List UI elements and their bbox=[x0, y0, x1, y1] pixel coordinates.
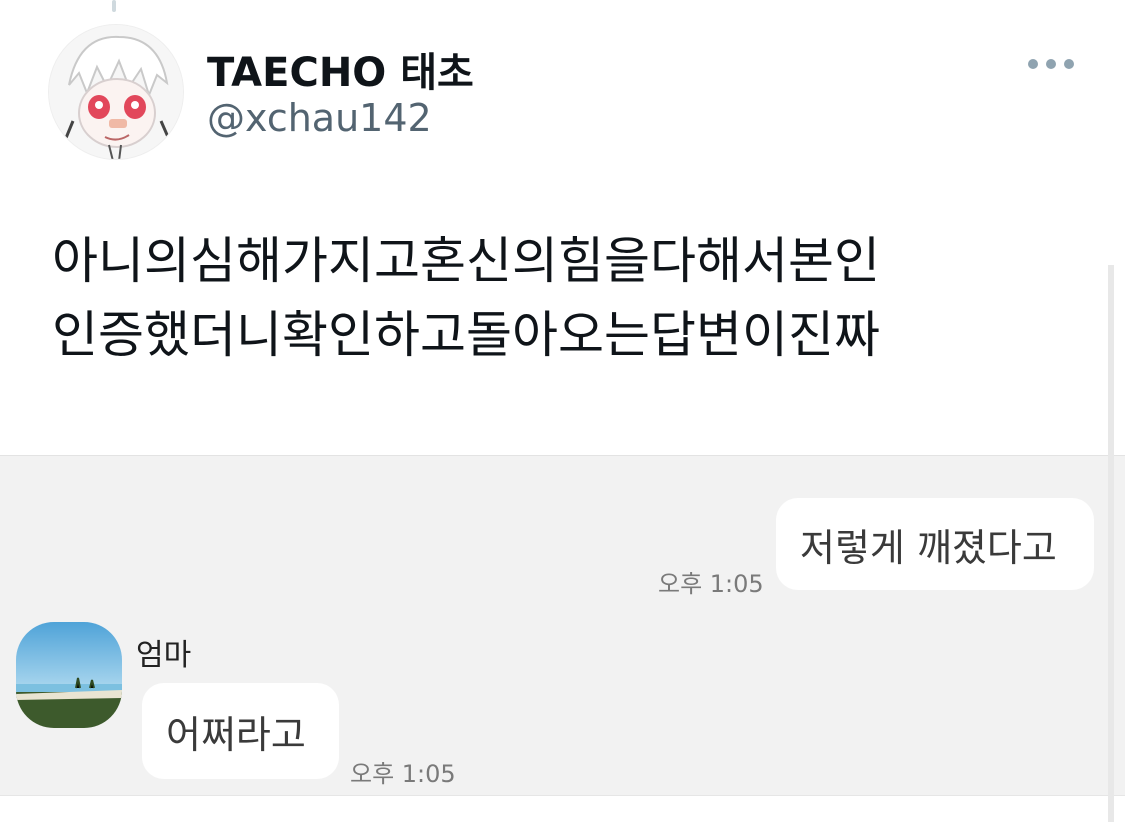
tweet-text-line: 아니의심해가지고혼신의힘을다해서본인 bbox=[52, 232, 880, 290]
tweet-text-line: 인증했더니확인하고돌아오는답변이진짜 bbox=[52, 306, 880, 364]
received-message-bubble: 어쩌라고 bbox=[142, 683, 339, 779]
received-message-time: 오후 1:05 bbox=[350, 760, 456, 788]
received-message-text: 어쩌라고 bbox=[166, 712, 306, 757]
contact-name: 엄마 bbox=[136, 638, 192, 673]
thread-line bbox=[112, 0, 116, 12]
more-horizontal-icon bbox=[1064, 59, 1074, 69]
contact-avatar bbox=[16, 622, 122, 728]
beach-photo-icon bbox=[16, 622, 122, 728]
more-horizontal-icon bbox=[1028, 59, 1038, 69]
more-horizontal-icon bbox=[1046, 59, 1056, 69]
tweet-divider bbox=[0, 795, 1125, 822]
tweet-text: 아니의심해가지고혼신의힘을다해서본인 인증했더니확인하고돌아오는답변이진짜 bbox=[52, 224, 1062, 372]
more-options-button[interactable] bbox=[1026, 50, 1076, 78]
sent-message-bubble: 저렇게 깨졌다고 bbox=[776, 498, 1094, 590]
sent-message-time: 오후 1:05 bbox=[658, 570, 764, 598]
sent-message-text: 저렇게 깨졌다고 bbox=[800, 525, 1057, 570]
user-handle[interactable]: @xchau142 bbox=[207, 96, 432, 140]
display-name[interactable]: TAECHO 태초 bbox=[207, 40, 474, 98]
profile-avatar[interactable] bbox=[48, 24, 184, 160]
scrollbar[interactable] bbox=[1108, 265, 1114, 822]
avatar-illustration-icon bbox=[49, 25, 183, 159]
